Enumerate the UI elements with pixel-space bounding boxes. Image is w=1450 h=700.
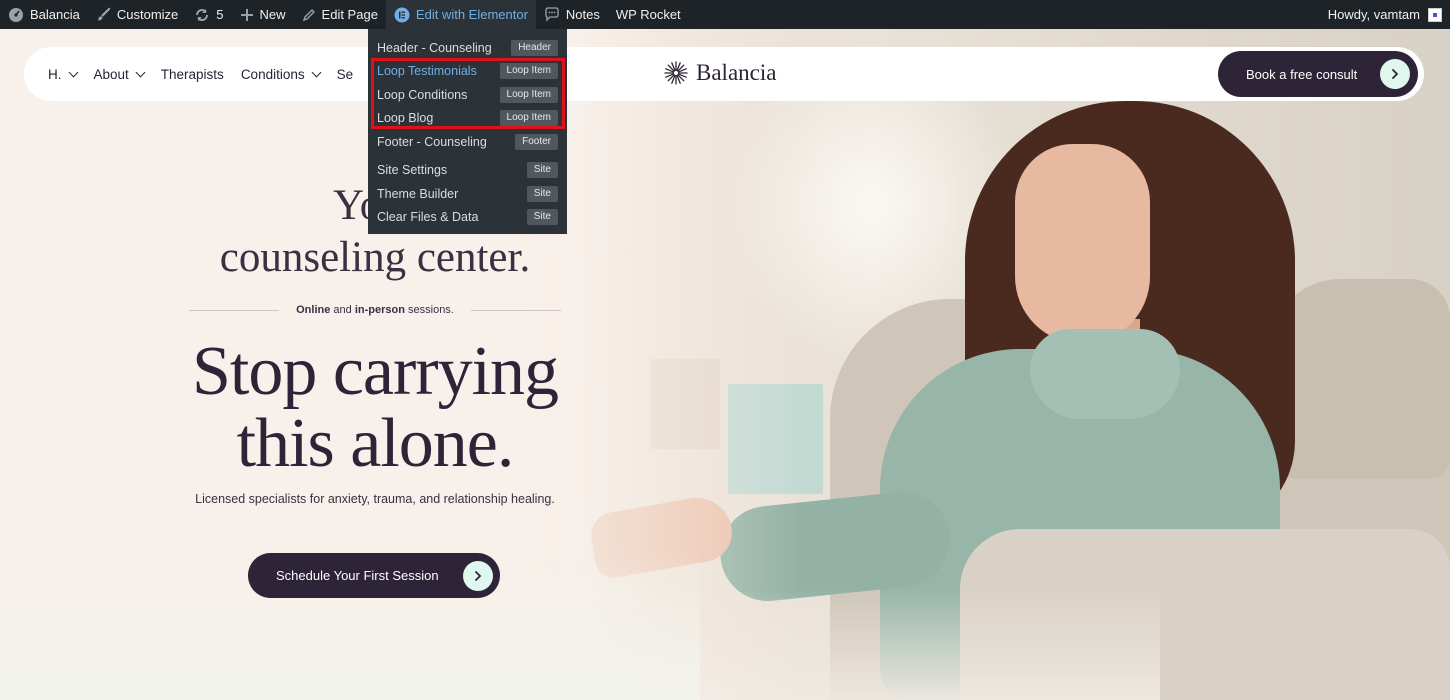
main-nav: H. About Therapists Conditions Se — [48, 67, 370, 82]
new-content-menu[interactable]: New — [232, 0, 294, 29]
arrow-right-icon — [1380, 59, 1410, 89]
sessions-text: Online and in-person sessions. — [296, 304, 454, 316]
hero-eyebrow-line2: counseling center. — [219, 234, 531, 281]
dropdown-item-clear-files-data[interactable]: Clear Files & Data Site — [368, 206, 567, 230]
woman-face — [1015, 144, 1150, 344]
chevron-down-icon — [135, 67, 146, 77]
plus-icon — [240, 8, 253, 21]
my-account-menu[interactable]: Howdy, vamtam — [1328, 7, 1450, 22]
hero-subline: Licensed specialists for anxiety, trauma… — [195, 492, 555, 506]
chevron-down-icon — [311, 67, 322, 77]
edit-with-elementor-label: Edit with Elementor — [415, 7, 528, 22]
dropdown-item-label: Theme Builder — [377, 186, 459, 201]
site-name-label: Balancia — [30, 7, 80, 22]
customize-menu[interactable]: Customize — [88, 0, 186, 29]
wp-rocket-label: WP Rocket — [615, 7, 681, 22]
customize-label: Customize — [116, 7, 179, 22]
dropdown-item-label: Clear Files & Data — [377, 210, 479, 225]
updates-count: 5 — [216, 7, 224, 22]
notes-menu[interactable]: Notes — [536, 0, 608, 29]
sunburst-logo-icon — [664, 61, 688, 85]
site-logo[interactable]: Balancia — [664, 60, 776, 86]
book-consult-label: Book a free consult — [1246, 66, 1358, 82]
nav-item-conditions[interactable]: Conditions — [240, 66, 322, 82]
hero-headline: Stop carrying this alone. — [160, 336, 590, 480]
dropdown-item-badge: Site — [526, 209, 558, 226]
notes-label: Notes — [565, 7, 600, 22]
dropdown-item-label: Loop Testimonials — [377, 64, 477, 79]
speech-bubble-icon — [545, 7, 559, 22]
divider-line — [189, 309, 280, 311]
schedule-session-button[interactable]: Schedule Your First Session — [248, 553, 500, 598]
nav-item-home[interactable]: H. — [48, 66, 78, 82]
nav-item-services[interactable]: Se — [337, 67, 354, 82]
dropdown-item-loop-testimonials[interactable]: Loop Testimonials Loop Item — [368, 60, 567, 84]
nav-item-label: Se — [336, 66, 354, 82]
dropdown-item-badge: Footer — [515, 133, 558, 150]
dashboard-icon — [9, 7, 23, 22]
dropdown-item-site-settings[interactable]: Site Settings Site — [368, 159, 567, 183]
hero-headline-line2: this alone. — [236, 405, 515, 482]
pencil-icon — [302, 8, 315, 21]
dropdown-item-badge: Loop Item — [499, 63, 558, 80]
nav-item-label: About — [93, 66, 129, 82]
edit-with-elementor-menu[interactable]: Edit with Elementor — [385, 0, 536, 29]
wp-rocket-menu[interactable]: WP Rocket — [608, 0, 689, 29]
dropdown-item-badge: Site — [526, 185, 558, 202]
refresh-icon — [196, 8, 209, 21]
dropdown-item-label: Loop Conditions — [377, 87, 468, 102]
updates-menu[interactable]: 5 — [186, 0, 231, 29]
howdy-label: Howdy, vamtam — [1327, 7, 1420, 22]
nav-item-label: Conditions — [240, 66, 305, 82]
logo-text: Balancia — [696, 60, 777, 85]
dropdown-item-theme-builder[interactable]: Theme Builder Site — [368, 182, 567, 206]
site-name-menu[interactable]: Balancia — [0, 0, 88, 29]
nav-item-label: Therapists — [160, 66, 224, 82]
sweater-collar — [1030, 329, 1180, 419]
nav-item-therapists[interactable]: Therapists — [161, 67, 224, 82]
dropdown-item-badge: Loop Item — [499, 110, 558, 127]
dropdown-item-footer-counseling[interactable]: Footer - Counseling Footer — [368, 130, 567, 154]
dropdown-item-badge: Loop Item — [499, 86, 558, 103]
wp-admin-bar: Balancia Customize 5 New Edit Page Edit … — [0, 0, 1450, 29]
edit-page-menu[interactable]: Edit Page — [294, 0, 386, 29]
dropdown-item-label: Site Settings — [377, 163, 448, 178]
nav-item-label: H. — [48, 66, 62, 82]
sofa-arm — [1270, 279, 1450, 479]
elementor-icon — [394, 7, 410, 22]
dropdown-item-badge: Header — [511, 39, 558, 56]
dropdown-item-badge: Site — [526, 162, 558, 179]
edit-page-label: Edit Page — [321, 7, 378, 22]
dropdown-item-label: Loop Blog — [377, 111, 434, 126]
sessions-divider: Online and in-person sessions. — [160, 304, 590, 316]
schedule-session-label: Schedule Your First Session — [276, 568, 439, 583]
site-header: H. About Therapists Conditions Se Balanc… — [24, 47, 1424, 101]
dropdown-item-label: Footer - Counseling — [377, 134, 487, 149]
divider-line — [470, 309, 561, 311]
elementor-dropdown-menu: Header - Counseling Header Loop Testimon… — [368, 29, 567, 234]
dropdown-item-label: Header - Counseling — [377, 40, 492, 55]
hero-headline-line1: Stop carrying — [191, 333, 559, 410]
dropdown-item-header-counseling[interactable]: Header - Counseling Header — [368, 36, 567, 60]
arrow-right-icon — [463, 560, 493, 591]
dropdown-item-loop-blog[interactable]: Loop Blog Loop Item — [368, 107, 567, 131]
brush-icon — [97, 7, 111, 21]
nav-item-about[interactable]: About — [93, 66, 146, 82]
book-consult-button[interactable]: Book a free consult — [1218, 51, 1418, 97]
new-label: New — [259, 7, 286, 22]
avatar — [1428, 7, 1442, 22]
dropdown-item-loop-conditions[interactable]: Loop Conditions Loop Item — [368, 83, 567, 107]
chevron-down-icon — [68, 67, 78, 77]
